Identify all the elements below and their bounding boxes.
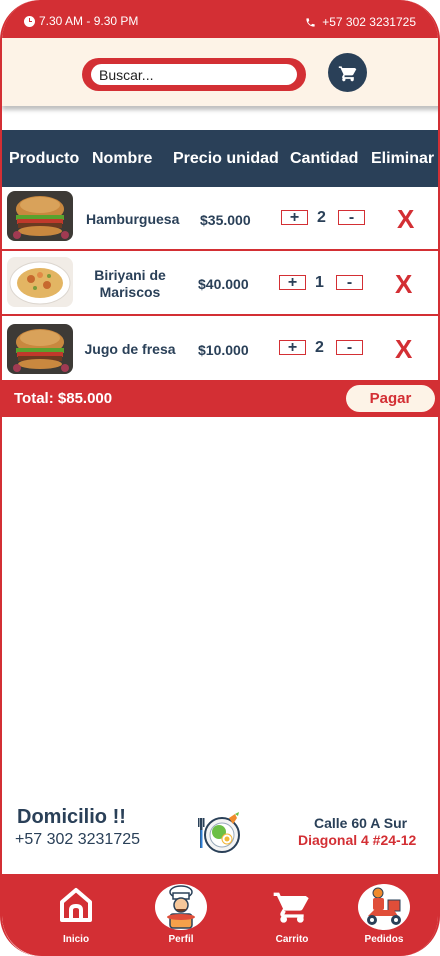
phone-frame: 7.30 AM - 9.30 PM +57 302 3231725 Produc… [0, 0, 440, 956]
address-line-2: Diagonal 4 #24-12 [298, 832, 417, 848]
table-header: Producto Nombre Precio unidad Cantidad E… [2, 130, 438, 187]
delete-button[interactable]: X [397, 204, 414, 235]
cart-button[interactable] [328, 53, 367, 92]
delivery-title: Domicilio !! [17, 806, 126, 828]
meal-icon [197, 810, 243, 854]
product-price: $35.000 [200, 212, 251, 228]
header-precio: Precio unidad [173, 150, 279, 167]
phone-info: +57 302 3231725 [305, 15, 416, 29]
search-input[interactable] [91, 64, 297, 85]
nav-label-inicio: Inicio [62, 934, 90, 945]
delivery-phone: +57 302 3231725 [15, 831, 141, 848]
status-bar: 7.30 AM - 9.30 PM +57 302 3231725 [2, 0, 438, 38]
phone-icon [305, 17, 316, 28]
nav-label-perfil: Perfil [168, 934, 194, 945]
product-name: Hamburguesa [86, 211, 180, 227]
burger-image [7, 324, 73, 374]
increase-button[interactable]: + [279, 274, 306, 290]
quantity-value: 2 [315, 339, 324, 356]
biriyani-image [7, 257, 73, 307]
total-bar: Total: $85.000 Pagar [2, 380, 438, 417]
table-row: Biriyani de Mariscos $40.000 + 1 - X [2, 251, 438, 316]
product-price: $10.000 [198, 342, 249, 358]
bottom-nav: Inicio Perfil Carrito Pedidos [2, 874, 438, 956]
nav-item-pedidos[interactable]: Pedidos [344, 874, 424, 956]
search-header [2, 38, 438, 106]
search-bar [82, 58, 306, 91]
header-producto: Producto [9, 150, 80, 167]
nav-item-perfil[interactable]: Perfil [141, 874, 221, 956]
table-row: Jugo de fresa $10.000 + 2 - X [2, 316, 438, 380]
decrease-button[interactable]: - [336, 274, 363, 290]
home-icon [60, 888, 92, 922]
increase-button[interactable]: + [279, 339, 306, 355]
increase-button[interactable]: + [281, 209, 308, 225]
cart-icon [338, 65, 356, 81]
phone-text: +57 302 3231725 [322, 15, 416, 29]
header-eliminar: Eliminar [371, 150, 435, 167]
product-price: $40.000 [198, 276, 249, 292]
decrease-button[interactable]: - [336, 339, 363, 355]
hours-info: 7.30 AM - 9.30 PM [24, 14, 138, 28]
nav-item-inicio[interactable]: Inicio [36, 874, 116, 956]
cart-icon [273, 892, 309, 923]
nav-label-carrito: Carrito [275, 934, 309, 945]
product-name: Jugo de fresa [84, 341, 176, 357]
header-nombre: Nombre [92, 150, 153, 167]
table-row: Hamburguesa $35.000 + 2 - X [2, 187, 438, 251]
clock-icon [24, 15, 35, 27]
delete-button[interactable]: X [395, 334, 412, 365]
address-line-1: Calle 60 A Sur [314, 815, 408, 831]
chef-icon [155, 884, 207, 930]
product-name: Biriyani de Mariscos [94, 267, 166, 300]
pay-button[interactable]: Pagar [346, 385, 435, 412]
delete-button[interactable]: X [395, 269, 412, 300]
nav-item-carrito[interactable]: Carrito [252, 874, 332, 956]
header-cantidad: Cantidad [290, 150, 359, 167]
decrease-button[interactable]: - [338, 209, 365, 225]
total-label: Total: $85.000 [14, 390, 113, 407]
quantity-value: 2 [317, 209, 326, 226]
hours-text: 7.30 AM - 9.30 PM [39, 14, 139, 28]
nav-label-pedidos: Pedidos [364, 934, 404, 945]
quantity-value: 1 [315, 274, 324, 291]
delivery-icon [358, 884, 410, 930]
burger-image [7, 191, 73, 241]
